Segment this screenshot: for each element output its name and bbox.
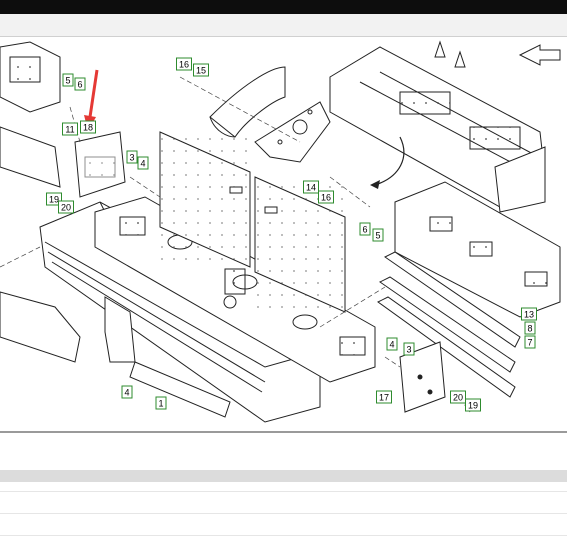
callout-number: 19	[49, 195, 59, 205]
callout-number: 18	[83, 123, 93, 133]
parts-diagram: 5 6 11 18 16 15 3 4 19 20 14 16 6 5 13 8 7 4 3 4 1 17 20 19	[0, 37, 567, 430]
callout-number: 4	[140, 159, 145, 169]
callout-11: 11	[62, 122, 78, 136]
callout-number: 11	[65, 125, 74, 135]
callout-1: 1	[155, 396, 167, 410]
callout-number: 7	[527, 338, 532, 348]
back-panel-left	[159, 131, 251, 268]
callout-number: 15	[196, 66, 206, 76]
callout-14: 14	[303, 180, 319, 194]
callout-number: 20	[453, 393, 463, 403]
callout-number: 3	[406, 345, 411, 355]
callout-4: 4	[137, 156, 149, 170]
callout-number: 17	[379, 393, 389, 403]
left-top-assembly	[0, 41, 126, 198]
callout-number: 19	[468, 401, 478, 411]
callout-number: 1	[158, 399, 163, 409]
footer-row-line	[0, 513, 567, 514]
callout-number: 4	[389, 340, 394, 350]
curved-bracket	[209, 66, 286, 138]
callout-15: 15	[193, 63, 209, 77]
callout-7: 7	[524, 335, 536, 349]
callout-number: 8	[527, 324, 532, 334]
callout-number: 16	[179, 60, 189, 70]
callout-number: 5	[375, 231, 380, 241]
callout-number: 6	[362, 225, 367, 235]
footer-area	[0, 433, 567, 559]
callout-18: 18	[80, 120, 96, 134]
callout-16: 16	[176, 57, 192, 71]
callout-16: 16	[318, 190, 334, 204]
callout-number: 3	[129, 153, 134, 163]
callout-3: 3	[126, 150, 138, 164]
callout-4: 4	[386, 337, 398, 351]
callout-20: 20	[58, 200, 74, 214]
callout-4: 4	[121, 385, 133, 399]
callout-number: 6	[77, 80, 82, 90]
window-top-bar	[0, 0, 567, 14]
toolbar	[0, 14, 567, 37]
footer-row-line	[0, 535, 567, 536]
callout-number: 13	[524, 310, 534, 320]
front-direction-arrow-icon	[518, 44, 561, 66]
callout-19: 19	[465, 398, 481, 412]
callout-number: 20	[61, 203, 71, 213]
footer-band	[0, 470, 567, 482]
callout-number: 4	[124, 388, 129, 398]
callout-3: 3	[403, 342, 415, 356]
callout-number: 16	[321, 193, 331, 203]
exploded-view-drawing: 5 611 18161534192014166513874 34117 2019	[0, 40, 561, 423]
footer-row-line	[0, 491, 567, 492]
callout-6: 6	[74, 77, 86, 91]
callout-5: 5	[62, 73, 74, 87]
mounting-plate	[254, 101, 331, 163]
callout-20: 20	[450, 390, 466, 404]
callout-number: 5	[65, 76, 70, 86]
callout-5: 5	[372, 228, 384, 242]
callout-17: 17	[376, 390, 392, 404]
callout-13: 13	[521, 307, 537, 321]
callout-8: 8	[524, 321, 536, 335]
callout-6: 6	[359, 222, 371, 236]
callout-number: 14	[306, 183, 316, 193]
